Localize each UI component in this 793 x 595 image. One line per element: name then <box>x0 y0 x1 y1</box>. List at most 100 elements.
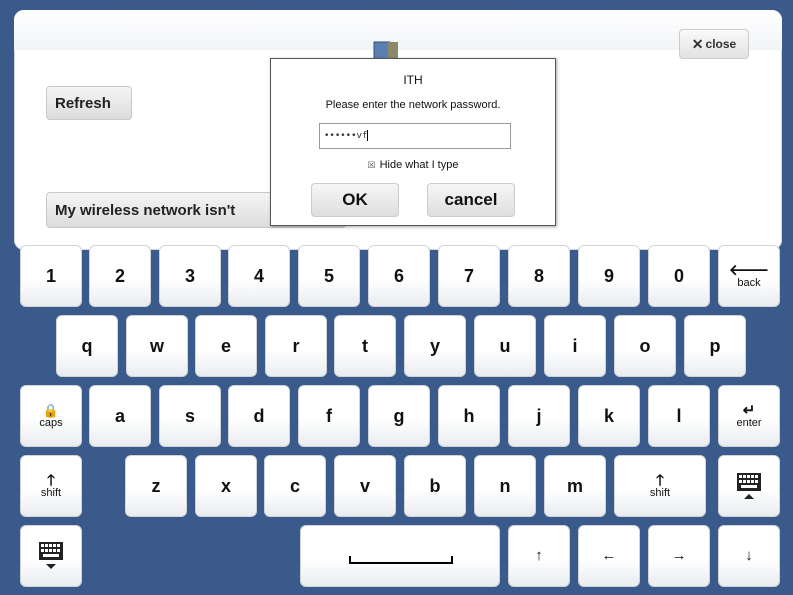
key-label: x <box>220 475 231 496</box>
key-label: k <box>603 405 614 426</box>
password-input[interactable]: ••••••vf <box>319 123 511 149</box>
keyboard-show-icon <box>737 473 761 499</box>
key-r[interactable]: r <box>265 315 327 377</box>
key-label: v <box>359 475 370 496</box>
key-label: 5 <box>323 265 334 286</box>
key-f[interactable]: f <box>298 385 360 447</box>
key-caps[interactable]: 🔒 caps <box>20 385 82 447</box>
keyboard-hide-icon <box>39 542 63 569</box>
backspace-arrow-icon: 🡐 <box>728 261 770 279</box>
key-g[interactable]: g <box>368 385 430 447</box>
close-x-icon: ✕ <box>691 35 704 52</box>
key-label: a <box>114 405 125 426</box>
key-label: f <box>326 405 332 426</box>
keyboard-layout-up-key[interactable] <box>718 455 780 517</box>
hide-typing-option[interactable]: ☒ Hide what I type <box>271 159 555 171</box>
key-j[interactable]: j <box>508 385 570 447</box>
key-label: r <box>292 335 300 356</box>
key-a[interactable]: a <box>89 385 151 447</box>
hide-typing-label: Hide what I type <box>379 159 459 171</box>
key-label: enter <box>736 416 762 429</box>
refresh-button[interactable]: Refresh <box>46 86 132 120</box>
key-m[interactable]: m <box>544 455 606 517</box>
key-d[interactable]: d <box>228 385 290 447</box>
arrow-down-icon: ↓ <box>745 547 753 564</box>
ok-button[interactable]: OK <box>311 183 399 217</box>
key-b[interactable]: b <box>404 455 466 517</box>
arrow-up-icon: ↑ <box>535 547 543 564</box>
key-i[interactable]: i <box>544 315 606 377</box>
key-backspace[interactable]: 🡐 back <box>718 245 780 307</box>
key-space[interactable] <box>300 525 500 587</box>
key-arrow-down[interactable]: ↓ <box>718 525 780 587</box>
key-arrow-right[interactable]: → <box>648 525 710 587</box>
cancel-button[interactable]: cancel <box>427 183 515 217</box>
refresh-label: Refresh <box>55 94 111 112</box>
space-bar-icon <box>349 556 453 564</box>
key-label: b <box>429 475 441 496</box>
key-shift-right[interactable]: 🡑 shift <box>614 455 706 517</box>
key-label: n <box>499 475 511 496</box>
key-v[interactable]: v <box>334 455 396 517</box>
key-6[interactable]: 6 <box>368 245 430 307</box>
dialog-title: ITH <box>403 73 423 87</box>
key-7[interactable]: 7 <box>438 245 500 307</box>
key-label: h <box>463 405 475 426</box>
key-label: caps <box>39 416 63 429</box>
key-label: w <box>149 335 164 356</box>
key-label: p <box>709 335 721 356</box>
key-0[interactable]: 0 <box>648 245 710 307</box>
key-label: 4 <box>253 265 264 286</box>
key-label: g <box>393 405 405 426</box>
ok-label: OK <box>342 190 368 209</box>
key-n[interactable]: n <box>474 455 536 517</box>
key-4[interactable]: 4 <box>228 245 290 307</box>
key-label: 1 <box>45 265 56 286</box>
hide-keyboard-key[interactable] <box>20 525 82 587</box>
key-p[interactable]: p <box>684 315 746 377</box>
key-arrow-up[interactable]: ↑ <box>508 525 570 587</box>
key-label: u <box>499 335 511 356</box>
key-label: 6 <box>393 265 404 286</box>
close-button[interactable]: ✕ close <box>679 29 749 59</box>
key-label: c <box>289 475 300 496</box>
key-q[interactable]: q <box>56 315 118 377</box>
text-caret <box>367 130 369 141</box>
arrow-right-icon: → <box>671 547 687 564</box>
key-label: q <box>81 335 93 356</box>
key-label: t <box>362 335 368 356</box>
key-label: y <box>429 335 440 356</box>
key-label: i <box>572 335 578 356</box>
key-shift-left[interactable]: 🡑 shift <box>20 455 82 517</box>
lock-icon: 🔒 <box>42 402 60 418</box>
key-u[interactable]: u <box>474 315 536 377</box>
key-t[interactable]: t <box>334 315 396 377</box>
key-label: m <box>566 475 583 496</box>
key-e[interactable]: e <box>195 315 257 377</box>
key-o[interactable]: o <box>614 315 676 377</box>
key-y[interactable]: y <box>404 315 466 377</box>
key-9[interactable]: 9 <box>578 245 640 307</box>
key-k[interactable]: k <box>578 385 640 447</box>
key-c[interactable]: c <box>264 455 326 517</box>
key-enter[interactable]: ↵ enter <box>718 385 780 447</box>
key-h[interactable]: h <box>438 385 500 447</box>
key-arrow-left[interactable]: ← <box>578 525 640 587</box>
key-label: 0 <box>673 265 684 286</box>
key-z[interactable]: z <box>125 455 187 517</box>
key-label: j <box>536 405 542 426</box>
cancel-label: cancel <box>444 190 498 209</box>
checkbox-checked-icon[interactable]: ☒ <box>368 160 376 170</box>
key-1[interactable]: 1 <box>20 245 82 307</box>
key-5[interactable]: 5 <box>298 245 360 307</box>
key-3[interactable]: 3 <box>159 245 221 307</box>
key-x[interactable]: x <box>195 455 257 517</box>
key-l[interactable]: l <box>648 385 710 447</box>
key-label: shift <box>649 486 671 499</box>
key-2[interactable]: 2 <box>89 245 151 307</box>
key-w[interactable]: w <box>126 315 188 377</box>
key-8[interactable]: 8 <box>508 245 570 307</box>
key-s[interactable]: s <box>159 385 221 447</box>
key-label: 7 <box>463 265 474 286</box>
shift-arrow-icon: 🡑 <box>47 471 55 489</box>
